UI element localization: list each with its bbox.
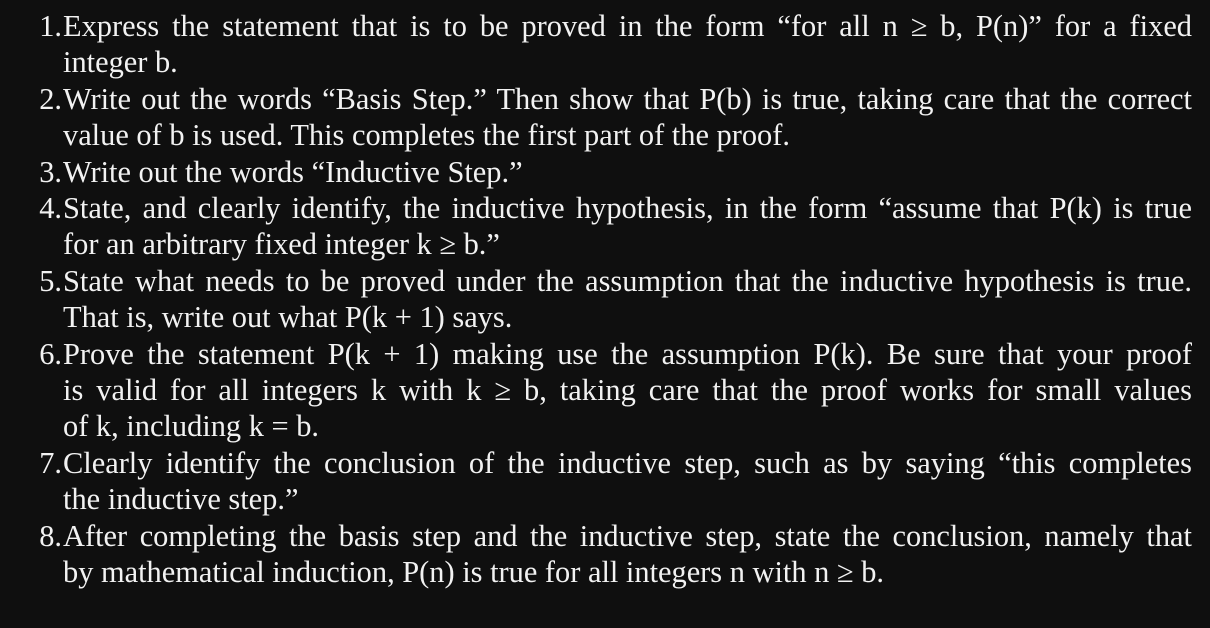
step-6: 6. Prove the statement P(k + 1) making u… bbox=[20, 336, 1192, 445]
step-line: Write out the words “Inductive Step.” bbox=[63, 154, 523, 189]
step-8: 8. After completing the basis step and t… bbox=[20, 518, 1192, 591]
step-number: 5. bbox=[39, 263, 62, 298]
step-4: 4. State, and clearly identify, the indu… bbox=[20, 190, 1192, 263]
step-line: Write out the words “Basis Step.” Then s… bbox=[63, 81, 1192, 116]
step-line: Clearly identify the conclusion of the i… bbox=[63, 445, 1192, 480]
step-line: value of b is used. This completes the f… bbox=[63, 118, 790, 153]
step-5: 5. State what needs to be proved under t… bbox=[20, 263, 1192, 336]
step-line: for an arbitrary fixed integer k ≥ b.” bbox=[63, 227, 500, 262]
step-text: Write out the words “Basis Step.” Then s… bbox=[63, 81, 1192, 154]
step-number: 2. bbox=[39, 81, 62, 116]
step-number: 6. bbox=[39, 336, 62, 371]
step-number: 3. bbox=[39, 154, 62, 189]
step-2: 2. Write out the words “Basis Step.” The… bbox=[20, 81, 1192, 154]
step-number: 4. bbox=[39, 191, 62, 226]
step-7: 7. Clearly identify the conclusion of th… bbox=[20, 445, 1192, 518]
step-text: Express the statement that is to be prov… bbox=[63, 8, 1192, 81]
step-text: After completing the basis step and the … bbox=[63, 518, 1192, 591]
step-text: Write out the words “Inductive Step.” bbox=[63, 154, 1192, 190]
step-line: Prove the statement P(k + 1) making use … bbox=[63, 336, 1192, 371]
step-line: by mathematical induction, P(n) is true … bbox=[63, 555, 885, 590]
step-line: integer b. bbox=[63, 45, 178, 80]
step-text: State, and clearly identify, the inducti… bbox=[63, 190, 1192, 263]
step-line: of k, including k = b. bbox=[63, 409, 320, 444]
step-1: 1. Express the statement that is to be p… bbox=[20, 8, 1192, 81]
step-line: Express the statement that is to be prov… bbox=[63, 9, 1192, 43]
step-line: That is, write out what P(k + 1) says. bbox=[63, 300, 513, 335]
step-line: the inductive step.” bbox=[63, 482, 299, 517]
step-line: After completing the basis step and the … bbox=[63, 518, 1192, 553]
induction-steps-list: 1. Express the statement that is to be p… bbox=[20, 8, 1192, 591]
step-text: Prove the statement P(k + 1) making use … bbox=[63, 336, 1192, 445]
step-line: is valid for all integers k with k ≥ b, … bbox=[63, 373, 1192, 408]
step-number: 7. bbox=[39, 445, 62, 480]
step-3: 3. Write out the words “Inductive Step.” bbox=[20, 154, 1192, 190]
step-line: State, and clearly identify, the inducti… bbox=[63, 191, 1192, 226]
document-page: 1. Express the statement that is to be p… bbox=[0, 0, 1210, 628]
step-number: 8. bbox=[39, 518, 62, 553]
step-line: State what needs to be proved under the … bbox=[63, 263, 1192, 298]
step-text: State what needs to be proved under the … bbox=[63, 263, 1192, 336]
step-number: 1. bbox=[39, 9, 62, 43]
step-text: Clearly identify the conclusion of the i… bbox=[63, 445, 1192, 518]
